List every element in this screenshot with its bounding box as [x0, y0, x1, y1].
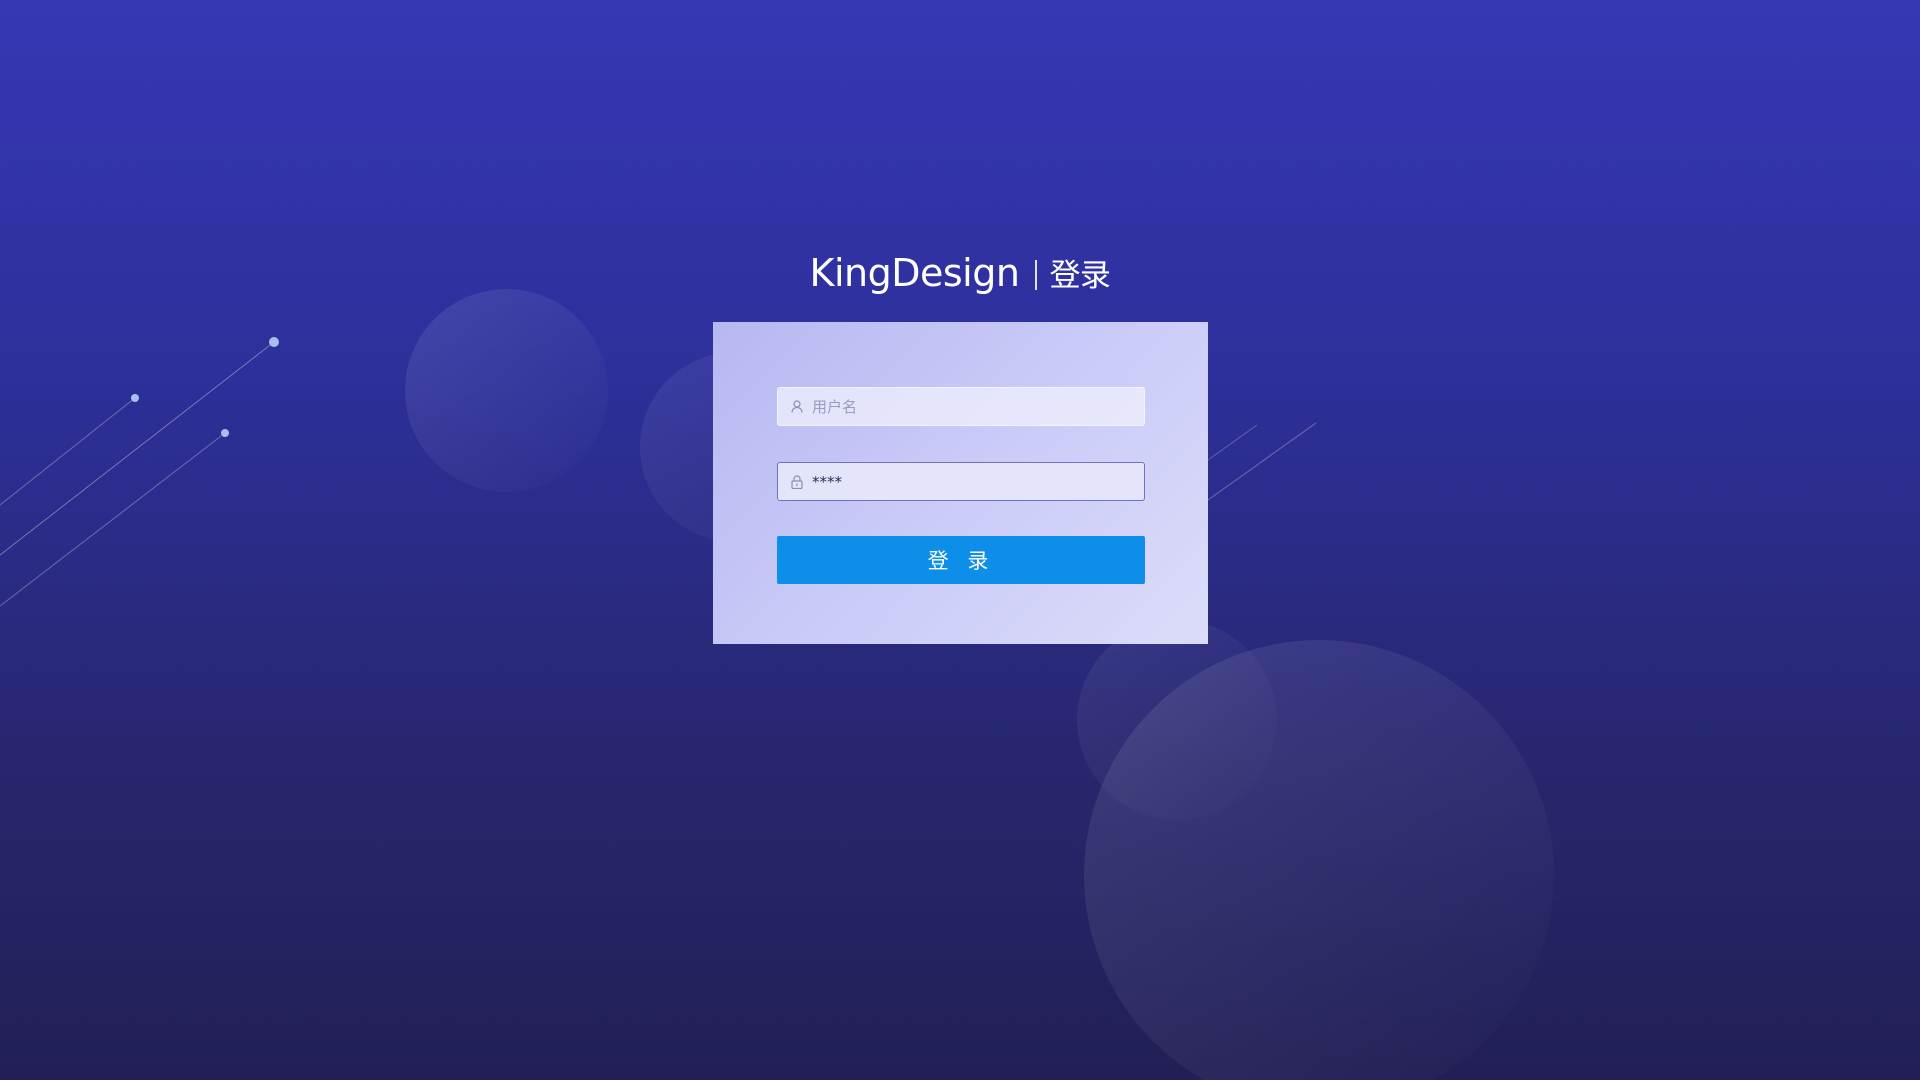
- page-header: KingDesign 登录: [0, 250, 1920, 295]
- password-field[interactable]: [777, 462, 1145, 501]
- decorative-bubble: [1077, 620, 1277, 820]
- login-card: 登 录: [713, 322, 1208, 644]
- lock-icon: [790, 474, 804, 489]
- decorative-line: [1207, 424, 1258, 461]
- username-input[interactable]: [812, 397, 1132, 416]
- brand-logo: KingDesign: [809, 251, 1020, 295]
- password-input[interactable]: [812, 472, 1132, 491]
- header-divider: [1035, 260, 1038, 290]
- user-icon: [790, 400, 804, 414]
- decorative-line: [0, 397, 136, 506]
- page-title: 登录: [1049, 258, 1111, 294]
- decorative-line: [0, 341, 275, 556]
- decorative-bubble: [405, 289, 608, 492]
- decorative-line: [0, 432, 226, 607]
- login-button[interactable]: 登 录: [777, 536, 1145, 584]
- decorative-line: [1207, 422, 1317, 501]
- decorative-dot: [131, 394, 139, 402]
- username-field[interactable]: [777, 387, 1145, 426]
- decorative-dot: [221, 429, 229, 437]
- decorative-dot: [269, 337, 279, 347]
- decorative-bubble: [1084, 640, 1554, 1080]
